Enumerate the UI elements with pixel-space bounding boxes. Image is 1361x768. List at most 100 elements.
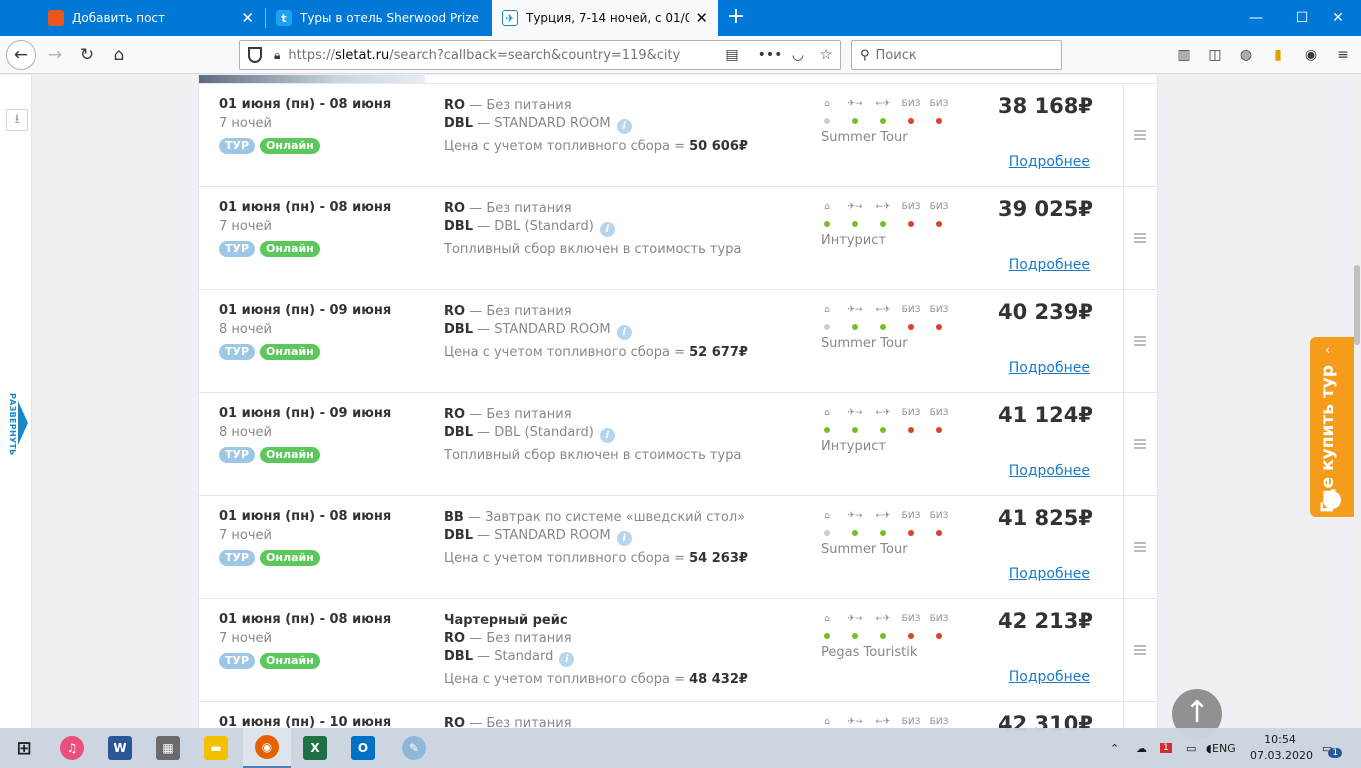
tour-badge: ТУР [219,653,256,669]
service-status [821,633,961,641]
notifications-icon[interactable]: ▭ 1 [1322,728,1343,768]
language-indicator[interactable]: ENG [1212,728,1236,768]
meal-description: — Завтрак по системе «шведский стол» [463,510,746,525]
badges: ТУР Онлайн [219,653,320,669]
forward-button[interactable]: → [40,40,70,70]
reload-button[interactable]: ↻ [72,40,102,70]
info-icon[interactable]: i [616,119,632,134]
account-icon[interactable]: ◉ [1300,44,1322,66]
result-row[interactable]: 01 июня (пн) - 09 июня 8 ночей ТУР Онлайн… [199,392,1157,495]
tour-badge: ТУР [219,550,256,566]
search-input[interactable]: ⚲ Поиск [851,40,1062,70]
expand-label[interactable]: РАЗВЕРНУТЬ [3,393,17,456]
extension-icon[interactable]: ▮ [1267,44,1289,66]
flame-icon [48,10,64,26]
result-row[interactable]: 01 июня (пн) - 08 июня 7 ночей ТУР Онлайн… [199,83,1157,186]
expand-arrow-icon[interactable] [18,401,28,445]
shield-icon[interactable] [248,47,262,63]
service-status [821,221,961,229]
where-to-buy-button[interactable]: ‹ Где купить тур [1310,337,1354,517]
taskbar-explorer[interactable]: ▬ [192,728,240,768]
details-link[interactable]: Подробнее [999,669,1090,685]
download-icon[interactable]: ⭳ [6,109,28,131]
bookmark-star-icon[interactable]: ☆ [812,47,840,63]
sidebar-icon[interactable]: ◫ [1204,44,1226,66]
onedrive-icon[interactable]: ☁ [1136,728,1147,768]
fuel-price: 52 677₽ [689,345,748,360]
online-badge: Онлайн [260,447,320,463]
details-link[interactable]: Подробнее [999,360,1090,376]
close-icon[interactable]: ✕ [695,9,708,27]
back-button[interactable]: ← [6,40,36,70]
service-status-dot [852,530,858,536]
taskbar-itunes[interactable]: ♫ [48,728,96,768]
reader-view-icon[interactable]: ▤ [718,47,746,63]
start-button[interactable]: ⊞ [0,728,48,768]
online-badge: Онлайн [260,550,320,566]
browser-tab-2[interactable]: t Туры в отель Sherwood Prize H [266,0,492,36]
antivirus-icon[interactable]: 1 [1160,728,1172,768]
url-text[interactable]: https://sletat.ru/search?callback=search… [288,48,718,63]
hamburger-icon[interactable] [1134,233,1146,243]
windows-logo-icon: ⊞ [16,737,32,759]
details-link[interactable]: Подробнее [999,566,1090,582]
taskbar-excel[interactable]: X [291,728,339,768]
hamburger-icon[interactable] [1134,542,1146,552]
taskbar-paint[interactable]: ✎ [390,728,438,768]
hamburger-icon[interactable] [1134,645,1146,655]
close-window-button[interactable]: ✕ [1315,0,1361,36]
excel-icon: X [303,736,327,760]
taskbar-outlook[interactable]: O [339,728,387,768]
result-row[interactable]: 01 июня (пн) - 08 июня 7 ночей ТУР Онлайн… [199,495,1157,598]
business-in-icon: БИЗ [929,511,949,521]
info-icon[interactable]: i [559,652,575,667]
taskbar-calculator[interactable]: ▦ [144,728,192,768]
minimize-button[interactable]: — [1233,0,1279,36]
business-out-icon: БИЗ [901,99,921,109]
result-row[interactable]: 01 июня (пн) - 09 июня 8 ночей ТУР Онлайн… [199,289,1157,392]
url-bar[interactable]: 🔒︎ https://sletat.ru/search?callback=sea… [239,40,841,70]
details-link[interactable]: Подробнее [999,154,1090,170]
details-link[interactable]: Подробнее [999,257,1090,273]
left-filter-panel: ⭳ РАЗВЕРНУТЬ [0,75,32,728]
service-status-dot [852,633,858,639]
taskbar-firefox[interactable]: ◉ [243,728,291,768]
volume-icon[interactable]: ◖ [1206,728,1212,768]
info-icon[interactable]: i [599,222,615,237]
browser-tab-3-active[interactable]: ✈ Турция, 7-14 ночей, с 01/06/20 ✕ [492,0,718,36]
clock[interactable]: 10:54 07.03.2020 [1250,732,1313,764]
taskbar-word[interactable]: W [96,728,144,768]
browser-tab-1[interactable]: Добавить пост ✕ [38,0,264,36]
service-status-dot [824,324,830,330]
globe-icon[interactable]: ◍ [1235,44,1257,66]
result-row[interactable]: 01 июня (пн) - 08 июня 7 ночей ТУР Онлайн… [199,186,1157,289]
clock-date: 07.03.2020 [1250,749,1313,762]
library-icon[interactable]: ▥ [1173,44,1195,66]
more-actions-icon[interactable]: ••• [756,47,784,63]
details-link[interactable]: Подробнее [999,463,1090,479]
service-status-dot [936,427,942,433]
scrollbar-track[interactable] [1353,75,1361,728]
hamburger-icon[interactable] [1134,336,1146,346]
network-icon[interactable]: ▭ [1186,728,1196,768]
pocket-icon[interactable]: ◡ [784,47,812,63]
info-icon[interactable]: i [616,325,632,340]
fuel-price: 48 432₽ [689,672,748,687]
tour-info: RO — Без питания DBL — STANDARD ROOM i Цена… [444,303,748,362]
service-status-dot [880,118,886,124]
info-icon[interactable]: i [616,531,632,546]
menu-icon[interactable]: ≡ [1332,44,1354,66]
home-button[interactable]: ⌂ [104,40,134,70]
home-icon: ⌂ [824,511,830,521]
hamburger-icon[interactable] [1134,439,1146,449]
info-icon[interactable]: i [599,428,615,443]
meal-description: — Без питания [465,98,572,113]
tray-chevron-icon[interactable]: ⌃ [1110,728,1119,768]
scrollbar-thumb[interactable] [1354,265,1360,345]
close-icon[interactable]: ✕ [241,9,254,27]
hamburger-icon[interactable] [1134,130,1146,140]
lock-icon[interactable]: 🔒︎ [274,48,280,63]
result-row[interactable]: 01 июня (пн) - 08 июня 7 ночей ТУР Онлайн… [199,598,1157,701]
new-tab-button[interactable]: + [722,4,750,32]
service-status-dot [908,530,914,536]
